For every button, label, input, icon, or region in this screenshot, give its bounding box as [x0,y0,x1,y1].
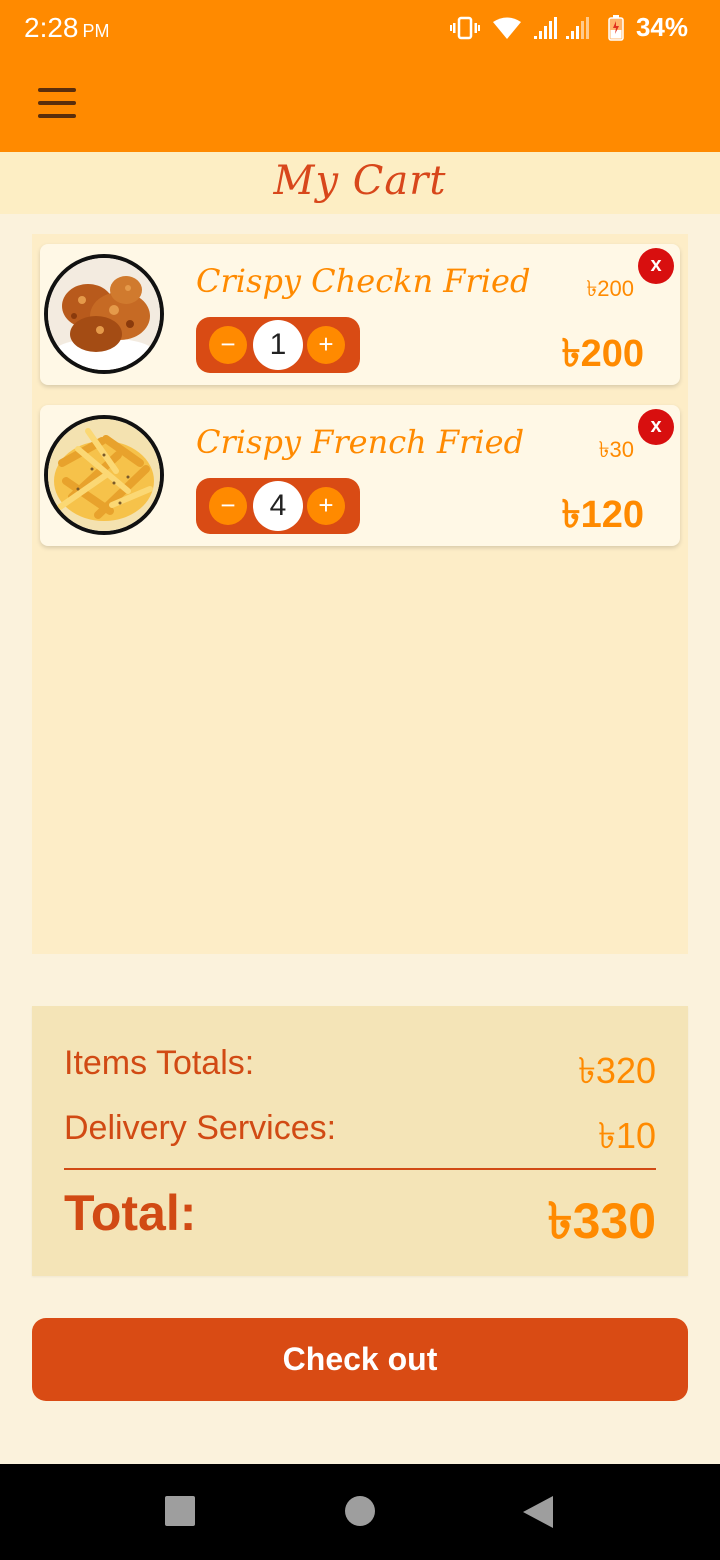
order-summary: Items Totals: ৳320 Delivery Services: ৳1… [32,1006,688,1276]
status-time-value: 2:28 [24,12,79,43]
remove-item-button[interactable]: x [638,409,674,445]
quantity-stepper: − 4 + [196,478,360,534]
system-nav-bar [0,1464,720,1560]
status-bar: 2:28 PM 34% [0,0,720,56]
quantity-value: 1 [253,320,303,370]
vibrate-icon [449,16,480,39]
cart-item: Crispy French Fried ৳30 − 4 + ৳120 x [40,405,680,546]
fried-chicken-image [44,254,164,374]
delivery-value: ৳10 [598,1115,656,1156]
items-total-label: Items Totals: [64,1044,255,1082]
cart-item: Crispy Checkn Fried ৳200 − 1 + ৳200 x [40,244,680,385]
checkout-button[interactable]: Check out [32,1318,688,1401]
menu-icon[interactable] [38,88,76,118]
title-bar: My Cart [0,152,720,214]
status-time-ampm: PM [82,21,110,41]
cart-item-name: Crispy Checkn Fried [196,262,531,300]
decrease-quantity-button[interactable]: − [209,487,247,525]
quantity-value: 4 [253,481,303,531]
french-fries-image [44,415,164,535]
app-bar [0,56,720,152]
back-icon[interactable] [523,1496,553,1528]
status-icons: 34% [449,12,688,43]
status-time: 2:28 PM [24,12,110,44]
increase-quantity-button[interactable]: + [307,326,345,364]
delivery-row: Delivery Services: ৳10 [64,1109,656,1169]
grand-total-row: Total: ৳330 [64,1184,656,1267]
wifi-icon [492,17,521,39]
cart-list[interactable]: Crispy Checkn Fried ৳200 − 1 + ৳200 x Cr… [32,234,688,954]
cart-item-unit-price: ৳30 [598,437,634,462]
battery-icon [608,14,624,41]
cart-item-line-total: ৳120 [561,494,644,536]
grand-total-label: Total: [64,1185,197,1241]
quantity-stepper: − 1 + [196,317,360,373]
home-icon[interactable] [345,1496,375,1526]
page-title: My Cart [273,158,447,204]
cart-item-unit-price: ৳200 [586,276,634,301]
items-total-value: ৳320 [578,1050,656,1091]
battery-percentage: 34% [635,12,688,42]
recent-apps-icon[interactable] [165,1496,195,1526]
cart-item-line-total: ৳200 [561,333,644,375]
remove-item-button[interactable]: x [638,248,674,284]
decrease-quantity-button[interactable]: − [209,326,247,364]
signal-icon [533,16,589,39]
items-total-row: Items Totals: ৳320 [64,1044,656,1104]
delivery-label: Delivery Services: [64,1109,337,1147]
summary-divider [64,1168,656,1170]
increase-quantity-button[interactable]: + [307,487,345,525]
grand-total-value: ৳330 [547,1193,656,1249]
cart-item-name: Crispy French Fried [196,423,525,461]
